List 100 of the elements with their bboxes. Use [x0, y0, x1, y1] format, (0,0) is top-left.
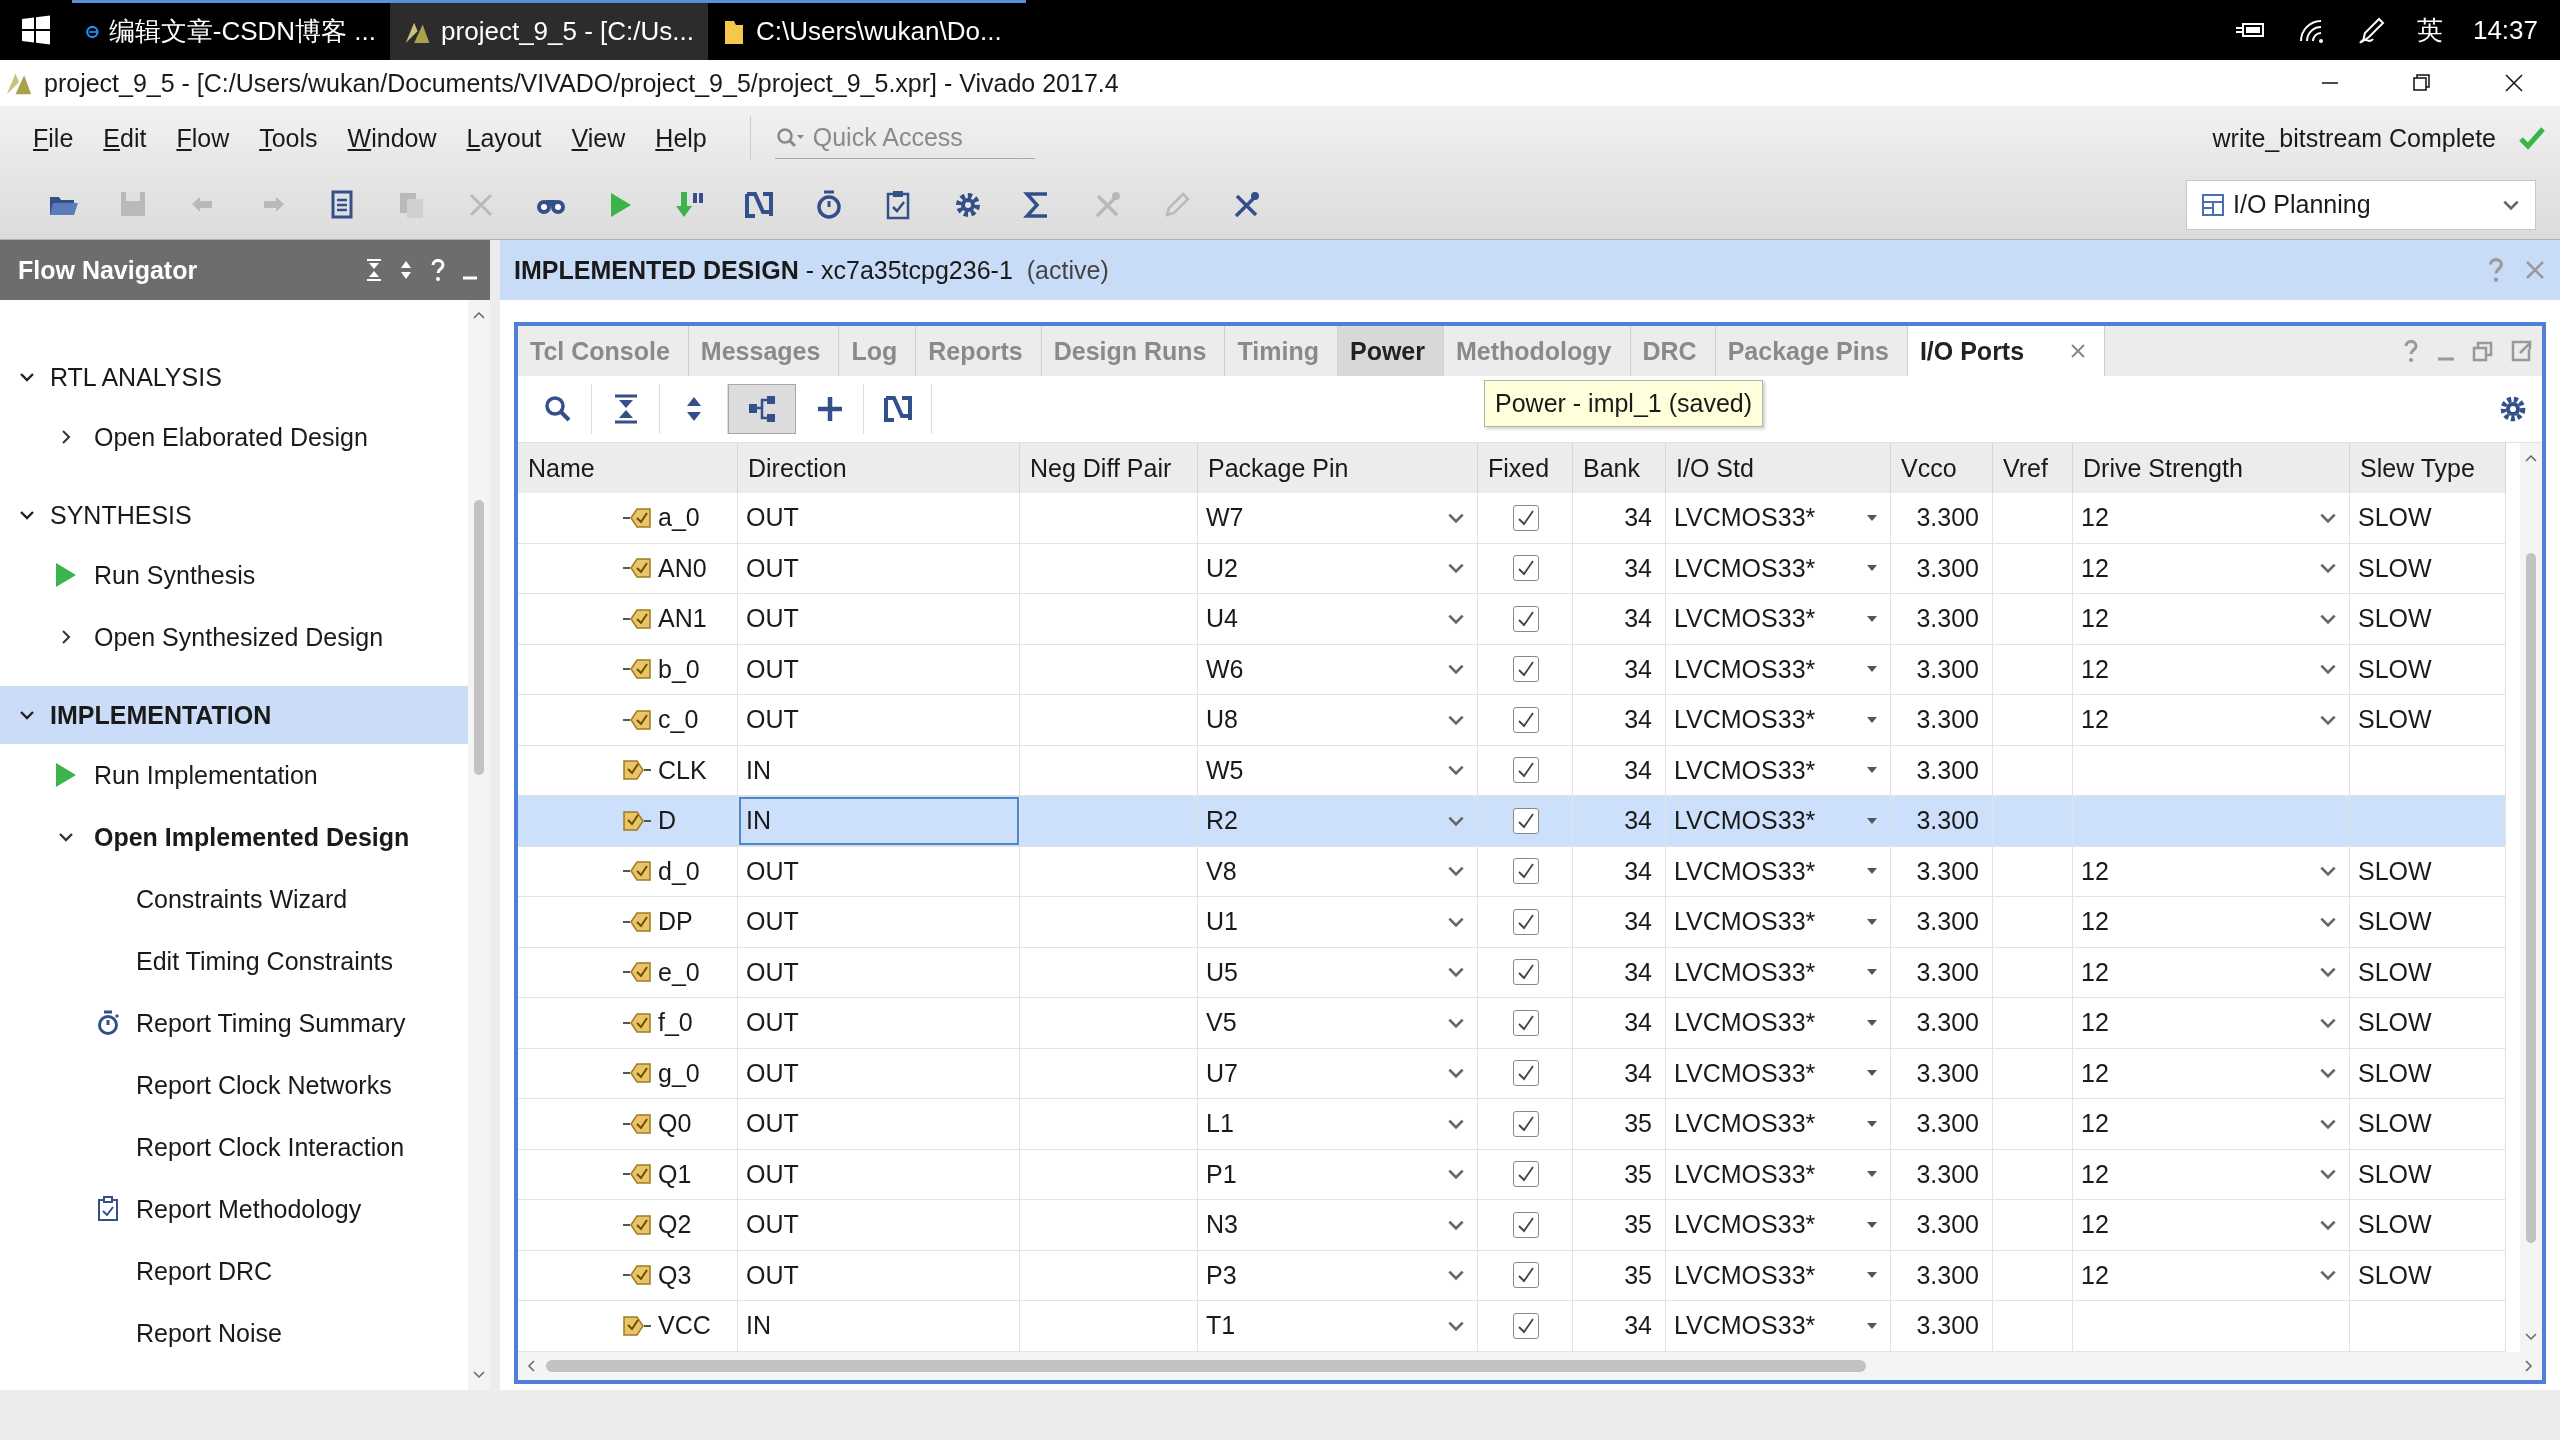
nav-section[interactable]: IMPLEMENTATION [0, 686, 468, 744]
checkbox[interactable] [1512, 605, 1539, 632]
nav-item[interactable]: Open Synthesized Design [94, 622, 384, 652]
settings-icon[interactable] [2498, 394, 2528, 424]
scrollbar-thumb[interactable] [546, 1360, 1866, 1372]
clock[interactable]: 14:37 [2472, 14, 2538, 46]
help-icon[interactable] [430, 258, 446, 282]
table-row[interactable]: g_0 OUT U7 34 LVCMOS33* 3.300 12 SLOW [518, 1048, 2506, 1099]
checkbox[interactable] [1512, 959, 1539, 986]
checkbox[interactable] [1512, 504, 1539, 531]
scrollbar[interactable] [518, 1352, 2542, 1380]
scrollbar-thumb[interactable] [2526, 553, 2536, 1243]
nav-item[interactable]: Open Elaborated Design [94, 422, 368, 452]
nav-item[interactable]: Report Clock Networks [136, 1070, 392, 1100]
checkbox[interactable] [1512, 1312, 1539, 1339]
checkbox[interactable] [1512, 1060, 1539, 1087]
table-row[interactable]: VCC IN T1 34 LVCMOS33* 3.300 [518, 1301, 2506, 1352]
menu-item[interactable]: Flow [161, 123, 245, 153]
menu-item[interactable]: Help [640, 123, 722, 153]
checkbox[interactable] [1512, 757, 1539, 784]
tab[interactable]: I/O Ports [1907, 326, 2106, 376]
dropdown-arrow-icon[interactable] [1865, 613, 1879, 624]
quick-access-field[interactable]: Quick Access [774, 117, 1035, 159]
column-header[interactable]: Slew Type [2350, 443, 2506, 493]
nav-item[interactable]: Edit Timing Constraints [136, 946, 394, 976]
nav-item[interactable]: Run Synthesis [94, 560, 256, 590]
column-header[interactable]: Drive Strength [2073, 443, 2350, 493]
column-header[interactable]: Name [518, 443, 738, 493]
nav-item[interactable]: Run Implementation [94, 760, 318, 790]
checkbox[interactable] [1512, 1009, 1539, 1036]
pen-icon[interactable] [2356, 15, 2387, 45]
focused-cell[interactable]: IN [738, 796, 1020, 846]
scrollbar[interactable] [2520, 443, 2542, 1352]
dropdown-arrow-icon[interactable] [1865, 1118, 1879, 1129]
menu-item[interactable]: Edit [88, 123, 162, 153]
column-header[interactable]: Vref [1993, 443, 2073, 493]
nav-section[interactable]: RTL ANALYSIS [0, 348, 468, 406]
checkbox[interactable] [1512, 1262, 1539, 1289]
menu-item[interactable]: View [556, 123, 641, 153]
table-row[interactable]: Q0 OUT L1 35 LVCMOS33* 3.300 12 SLOW [518, 1099, 2506, 1150]
checkbox[interactable] [1512, 858, 1539, 885]
column-header[interactable]: Vcco [1891, 443, 1993, 493]
column-header[interactable]: I/O Std [1666, 443, 1891, 493]
nav-item[interactable]: Open Implemented Design [94, 822, 410, 852]
column-header[interactable]: Package Pin [1198, 443, 1478, 493]
table-row[interactable]: c_0 OUT U8 34 LVCMOS33* 3.300 12 SLOW [518, 695, 2506, 746]
menu-item[interactable]: Layout [451, 123, 557, 153]
checkbox[interactable] [1512, 1211, 1539, 1238]
dropdown-arrow-icon[interactable] [1865, 916, 1879, 927]
checkbox[interactable] [1512, 908, 1539, 935]
table-row[interactable]: Q2 OUT N3 35 LVCMOS33* 3.300 12 SLOW [518, 1200, 2506, 1251]
run-icon[interactable] [54, 562, 78, 588]
windows-start-icon[interactable] [21, 15, 51, 45]
table-row[interactable]: D IN R2 34 LVCMOS33* 3.300 [518, 796, 2506, 847]
table-row[interactable]: AN1 OUT U4 34 LVCMOS33* 3.300 12 SLOW [518, 594, 2506, 645]
column-header[interactable]: Neg Diff Pair [1020, 443, 1198, 493]
checkbox[interactable] [1512, 1110, 1539, 1137]
nav-item[interactable]: Report Noise [136, 1318, 282, 1348]
table-row[interactable]: b_0 OUT W6 34 LVCMOS33* 3.300 12 SLOW [518, 644, 2506, 695]
table-row[interactable]: e_0 OUT U5 34 LVCMOS33* 3.300 12 SLOW [518, 947, 2506, 998]
column-header[interactable]: Fixed [1478, 443, 1573, 493]
checkbox[interactable] [1512, 1161, 1539, 1188]
dropdown-arrow-icon[interactable] [1865, 815, 1879, 826]
nav-section[interactable]: SYNTHESIS [0, 486, 468, 544]
nav-item[interactable]: Report Methodology [136, 1194, 362, 1224]
nav-item[interactable]: Constraints Wizard [136, 884, 348, 914]
dropdown-arrow-icon[interactable] [1865, 512, 1879, 523]
scrollbar-thumb[interactable] [474, 500, 484, 775]
input-method-indicator[interactable]: 英 [2416, 12, 2443, 48]
checkbox[interactable] [1512, 706, 1539, 733]
checkbox[interactable] [1512, 555, 1539, 582]
dropdown-arrow-icon[interactable] [1865, 714, 1879, 725]
run-icon[interactable] [54, 762, 78, 788]
close-icon[interactable] [2070, 343, 2087, 359]
nav-item[interactable]: Report Timing Summary [136, 1008, 406, 1038]
dropdown-arrow-icon[interactable] [1865, 1017, 1879, 1028]
scrollbar[interactable] [468, 300, 490, 1390]
table-row[interactable]: d_0 OUT V8 34 LVCMOS33* 3.300 12 SLOW [518, 846, 2506, 897]
layout-dropdown[interactable]: I/O Planning [2186, 179, 2536, 230]
nav-item[interactable]: Report Clock Interaction [136, 1132, 405, 1162]
menu-item[interactable]: File [18, 123, 89, 153]
table-row[interactable]: CLK IN W5 34 LVCMOS33* 3.300 [518, 745, 2506, 796]
nav-item[interactable]: Report DRC [136, 1256, 273, 1286]
menu-item[interactable]: Window [332, 123, 452, 153]
checkbox[interactable] [1512, 656, 1539, 683]
menu-item[interactable]: Tools [244, 123, 333, 153]
dropdown-arrow-icon[interactable] [1865, 1219, 1879, 1230]
checkbox[interactable] [1512, 807, 1539, 834]
table-row[interactable]: Q1 OUT P1 35 LVCMOS33* 3.300 12 SLOW [518, 1149, 2506, 1200]
table-row[interactable]: a_0 OUT W7 34 LVCMOS33* 3.300 12 SLOW [518, 493, 2506, 544]
table-row[interactable]: AN0 OUT U2 34 LVCMOS33* 3.300 12 SLOW [518, 543, 2506, 594]
table-row[interactable]: f_0 OUT V5 34 LVCMOS33* 3.300 12 SLOW [518, 998, 2506, 1049]
dropdown-arrow-icon[interactable] [1865, 1320, 1879, 1331]
taskbar-button[interactable]: project_9_5 - [C:/Us... [390, 0, 708, 60]
collapse-all-icon[interactable] [366, 258, 382, 282]
table-row[interactable]: Q3 OUT P3 35 LVCMOS33* 3.300 12 SLOW [518, 1250, 2506, 1301]
tab[interactable]: Power [1337, 326, 1444, 376]
column-header[interactable]: Bank [1573, 443, 1666, 493]
table-row[interactable]: DP OUT U1 34 LVCMOS33* 3.300 12 SLOW [518, 897, 2506, 948]
column-header[interactable]: Direction [738, 443, 1020, 493]
